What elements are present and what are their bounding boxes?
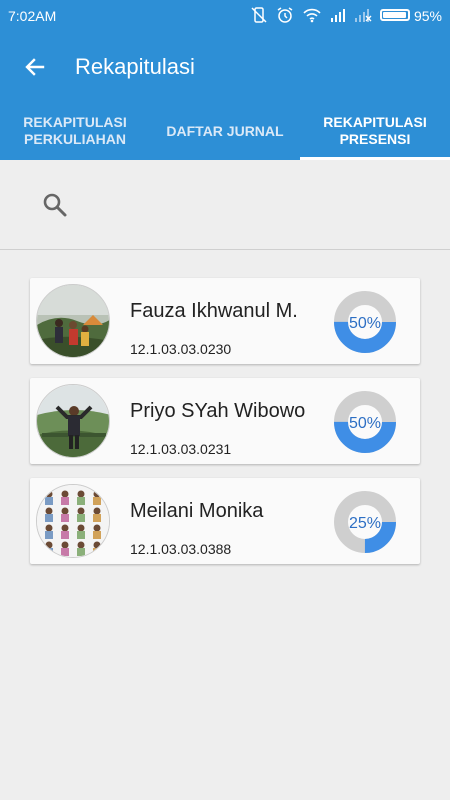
student-card[interactable]: Meilani Monika 12.1.03.03.0388 25% [30, 478, 420, 564]
search-bar[interactable] [0, 160, 450, 250]
alarm-icon [276, 6, 294, 27]
status-bar: 7:02AM 95% [0, 0, 450, 32]
attendance-donut: 25% [334, 491, 396, 553]
student-name: Fauza Ikhwanul M. [130, 300, 298, 322]
avatar [36, 384, 110, 458]
back-button[interactable] [0, 32, 70, 102]
student-nim: 12.1.03.03.0388 [130, 541, 232, 557]
app-bar: Rekapitulasi [0, 32, 450, 102]
attendance-percent: 50% [349, 315, 381, 332]
vibrate-off-icon [250, 6, 268, 27]
tab-rekapitulasi-perkuliahan[interactable]: REKAPITULASI PERKULIAHAN [0, 102, 150, 160]
attendance-donut: 50% [334, 391, 396, 453]
avatar [36, 284, 110, 358]
status-time: 7:02AM [8, 8, 57, 24]
tab-label: REKAPITULASI PRESENSI [323, 114, 427, 147]
tab-daftar-jurnal[interactable]: DAFTAR JURNAL [150, 102, 300, 160]
student-card[interactable]: Fauza Ikhwanul M. 12.1.03.03.0230 50% [30, 278, 420, 364]
attendance-percent: 50% [349, 415, 381, 432]
tab-label: DAFTAR JURNAL [166, 122, 284, 139]
signal-off-icon [354, 8, 372, 25]
arrow-left-icon [25, 58, 45, 76]
tab-bar: REKAPITULASI PERKULIAHAN DAFTAR JURNAL R… [0, 102, 450, 160]
attendance-percent: 25% [349, 515, 381, 532]
signal-icon [330, 8, 346, 25]
tab-label: REKAPITULASI PERKULIAHAN [23, 114, 127, 147]
battery-status: 95% [380, 8, 442, 24]
student-name: Priyo SYah Wibowo [130, 400, 306, 422]
battery-level: 95% [413, 8, 442, 24]
avatar [36, 484, 110, 558]
student-name: Meilani Monika [130, 500, 264, 522]
student-nim: 12.1.03.03.0230 [130, 341, 232, 357]
status-icons: 95% [250, 6, 442, 27]
student-nim: 12.1.03.03.0231 [130, 441, 232, 457]
search-icon[interactable] [40, 190, 70, 220]
tab-rekapitulasi-presensi[interactable]: REKAPITULASI PRESENSI [300, 102, 450, 160]
battery-icon [380, 9, 411, 21]
page-title: Rekapitulasi [75, 54, 195, 79]
attendance-donut: 50% [334, 291, 396, 353]
wifi-icon [302, 7, 322, 26]
student-card[interactable]: Priyo SYah Wibowo 12.1.03.03.0231 50% [30, 378, 420, 464]
